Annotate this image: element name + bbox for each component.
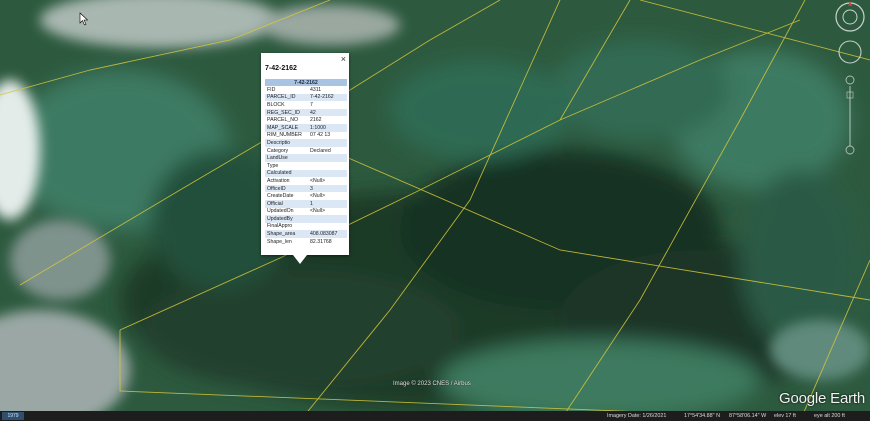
table-row: PARCEL_ID 7-42-2162 [265, 93, 347, 102]
attr-value [308, 154, 347, 162]
eye-altitude-readout: eye alt 200 ft [814, 413, 845, 419]
table-row: Shape_area 408.083087 [265, 230, 347, 238]
zoom-slider-icon[interactable] [845, 75, 855, 155]
longitude-readout: 87°58'06.14" W [729, 413, 767, 419]
attr-value: 2162 [310, 117, 322, 124]
attr-key: MAP_SCALE [265, 123, 308, 132]
attr-key: REG_SEC_ID [265, 108, 308, 117]
table-row: FinalAppro [265, 223, 347, 231]
attr-value: 7 [310, 101, 313, 108]
attr-value: 408.083087 [308, 230, 347, 238]
attr-key: Activation [267, 177, 290, 184]
attr-value: <Null> [310, 177, 325, 184]
attr-value: 1:1000 [308, 123, 347, 132]
satellite-map-view[interactable] [0, 0, 870, 421]
parcel-info-popup: × 7-42-2162 7-42-2162 FID 4311 PARCEL_ID 7… [261, 53, 349, 264]
attr-key: CreateDate [267, 193, 294, 200]
attr-value [308, 215, 347, 223]
attr-value: 82.31768 [310, 238, 332, 245]
attr-key: PARCEL_ID [265, 93, 308, 102]
attr-key: UpdatedBy [265, 215, 308, 223]
historical-imagery-badge[interactable]: 1979 [2, 412, 24, 420]
attr-value: 1 [308, 199, 347, 208]
table-row: Type [265, 162, 347, 170]
table-row: Activation <Null> [265, 177, 347, 185]
table-row: Descriptio [265, 139, 347, 147]
attr-value: 07 42 13 [310, 132, 331, 139]
table-row: REG_SEC_ID 42 [265, 108, 347, 117]
attr-key: OfficeID [265, 184, 308, 193]
table-row: CreateDate <Null> [265, 192, 347, 200]
attr-key: Shape_area [265, 230, 308, 238]
mouse-cursor-icon [79, 12, 89, 26]
popup-title: 7-42-2162 [265, 65, 297, 72]
google-earth-logo: Google Earth [779, 390, 865, 407]
move-joystick-icon[interactable] [838, 40, 862, 64]
attr-key: Descriptio [265, 139, 308, 147]
attr-value [308, 162, 347, 170]
attr-key: Type [267, 162, 279, 169]
attr-key: BLOCK [267, 101, 285, 108]
table-row: MAP_SCALE 1:1000 [265, 123, 347, 132]
attr-key: FinalAppro [267, 223, 293, 230]
table-row: UpdatedBy [265, 215, 347, 223]
elevation-readout: elev 17 ft [774, 413, 796, 419]
attr-value [308, 223, 347, 231]
attr-key: Category [267, 147, 289, 154]
attr-key: LandUse [265, 154, 308, 162]
table-row: Category Declared [265, 147, 347, 155]
table-row: FID 4311 [265, 86, 347, 94]
table-header: 7-42-2162 [265, 79, 347, 86]
attr-value: Declared [310, 147, 331, 154]
attr-value: <Null> [310, 208, 325, 215]
attr-key: PARCEL_NO [267, 117, 299, 124]
close-icon[interactable]: × [341, 54, 346, 64]
attr-value: <Null> [310, 193, 325, 200]
status-bar: 1979 Imagery Date: 1/26/2021 17°54'34.88… [0, 411, 870, 421]
table-row: UpdatedOn <Null> [265, 208, 347, 216]
attr-value [308, 169, 347, 178]
attribute-table: 7-42-2162 FID 4311 PARCEL_ID 7-42-2162 BLO… [265, 79, 347, 245]
table-row: RIM_NUMBER 07 42 13 [265, 132, 347, 140]
table-row: Shape_len 82.31768 [265, 238, 347, 246]
table-row: Calculated [265, 169, 347, 178]
attr-value: 42 [308, 108, 347, 117]
table-row: Official 1 [265, 199, 347, 208]
navigation-controls[interactable] [832, 0, 870, 160]
attr-key: Calculated [265, 169, 308, 178]
table-row: LandUse [265, 154, 347, 162]
attr-key: Shape_len [267, 238, 292, 245]
imagery-date: Imagery Date: 1/26/2021 [607, 413, 667, 419]
attr-value: 7-42-2162 [308, 93, 347, 102]
attr-key: Official [265, 199, 308, 208]
look-joystick-icon[interactable] [835, 2, 865, 32]
attr-key: UpdatedOn [267, 208, 294, 215]
attr-value: 4311 [310, 86, 322, 93]
attr-key: FID [267, 86, 276, 93]
table-row: BLOCK 7 [265, 101, 347, 109]
image-credit: Image © 2023 CNES / Airbus [393, 381, 471, 387]
latitude-readout: 17°54'34.88" N [684, 413, 720, 419]
attr-value [308, 139, 347, 147]
table-row: OfficeID 3 [265, 184, 347, 193]
attr-key: RIM_NUMBER [267, 132, 302, 139]
table-row: PARCEL_NO 2162 [265, 116, 347, 124]
attr-value: 3 [308, 184, 347, 193]
